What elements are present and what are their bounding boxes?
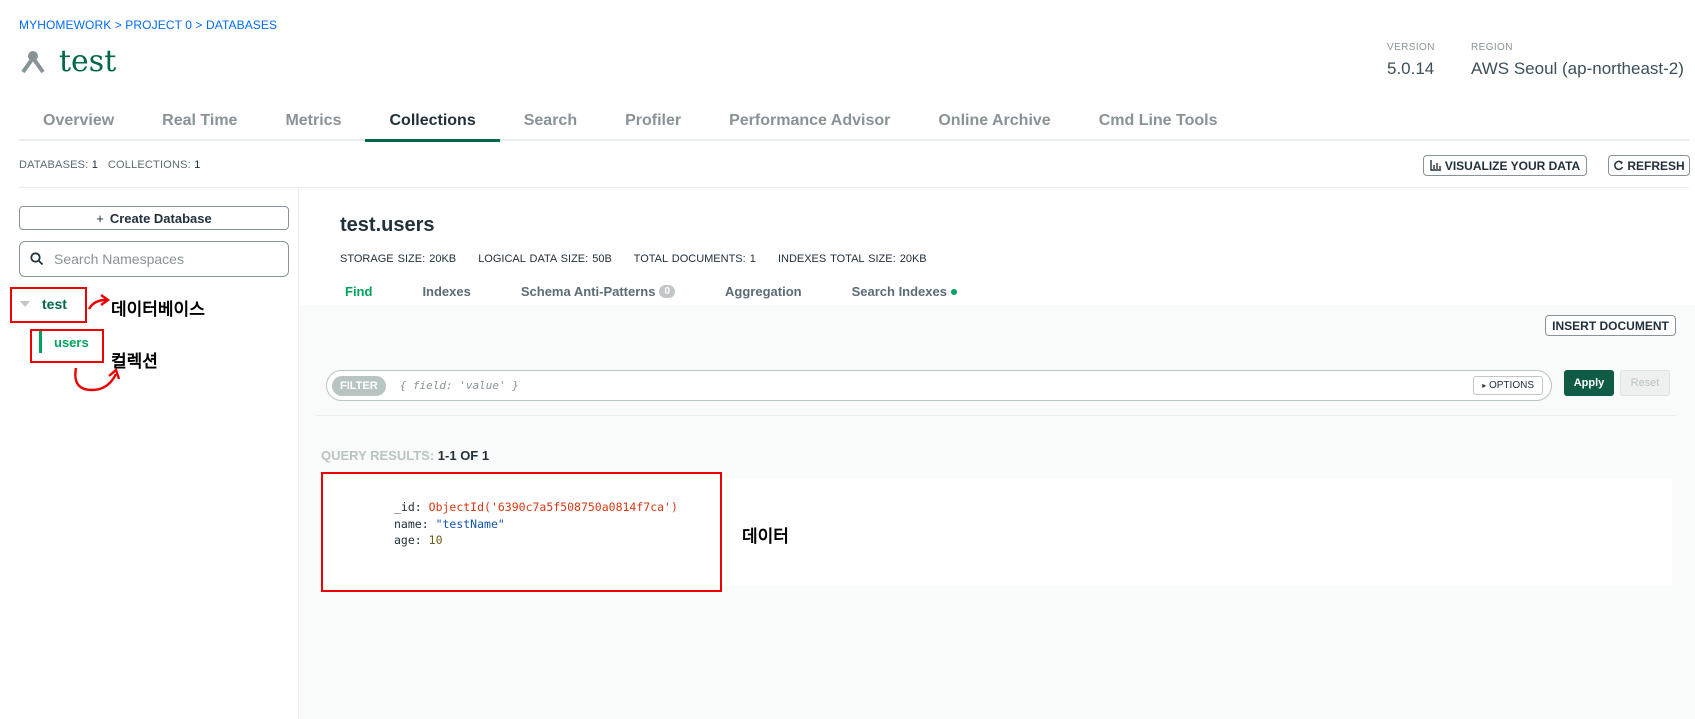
region-block: REGION AWS Seoul (ap-northeast-2) — [1471, 42, 1684, 79]
annotation-arrow-icon — [87, 294, 111, 310]
create-database-label: Create Database — [109, 210, 212, 226]
databases-count: 1 — [91, 159, 99, 171]
collection-subtabs: Find Indexes Schema Anti-Patterns 0 Aggr… — [345, 284, 1007, 299]
region-label: REGION — [1471, 42, 1513, 53]
collections-count: 1 — [194, 159, 201, 171]
breadcrumb[interactable]: MYHOMEWORK > PROJECT 0 > DATABASES — [19, 18, 277, 32]
cluster-tabs: Overview Real Time Metrics Collections S… — [19, 101, 1689, 142]
version-label: VERSION — [1387, 42, 1435, 53]
subtab-search-indexes[interactable]: Search Indexes — [852, 284, 957, 299]
options-button[interactable]: ▸ OPTIONS — [1473, 376, 1543, 395]
storage-size: STORAGE SIZE: 20KB — [340, 253, 457, 265]
filter-tag: FILTER — [332, 375, 386, 396]
subtab-schema-anti-patterns[interactable]: Schema Anti-Patterns 0 — [520, 284, 676, 299]
apply-button[interactable]: Apply — [1564, 370, 1614, 396]
filter-input[interactable]: { field: 'value' } — [400, 379, 1474, 392]
chart-icon — [1430, 160, 1441, 171]
search-icon — [30, 252, 44, 266]
tab-performance-advisor[interactable]: Performance Advisor — [705, 101, 914, 139]
query-results-count: 1-1 OF 1 — [437, 448, 490, 463]
region-value: AWS Seoul (ap-northeast-2) — [1471, 59, 1684, 78]
header-divider — [19, 187, 1689, 188]
search-namespaces-input[interactable] — [52, 250, 276, 268]
tab-online-archive[interactable]: Online Archive — [914, 101, 1074, 139]
annotation-box-collection — [30, 329, 104, 363]
indexes-total-size: INDEXES TOTAL SIZE: 20KB — [777, 253, 927, 265]
filter-bar: FILTER { field: 'value' } ▸ OPTIONS — [326, 370, 1552, 401]
namespace-search — [19, 241, 289, 277]
tab-collections[interactable]: Collections — [365, 101, 500, 142]
page-title: test — [59, 44, 117, 79]
schema-label: Schema Anti-Patterns — [520, 284, 656, 299]
refresh-icon — [1614, 160, 1624, 171]
options-label: OPTIONS — [1488, 380, 1534, 391]
annotation-label-data: 데이터 — [742, 527, 789, 546]
page-header: test — [19, 44, 116, 79]
query-results: QUERY RESULTS: 1-1 OF 1 — [321, 448, 489, 463]
visualize-data-button[interactable]: VISUALIZE YOUR DATA — [1423, 155, 1587, 176]
total-documents: TOTAL DOCUMENTS: 1 — [633, 253, 756, 265]
tab-search[interactable]: Search — [500, 101, 601, 139]
schema-count-badge: 0 — [659, 285, 676, 298]
tab-overview[interactable]: Overview — [19, 101, 138, 139]
visualize-label: VISUALIZE YOUR DATA — [1444, 158, 1581, 173]
version-value: 5.0.14 — [1387, 59, 1435, 78]
annotation-label-database: 데이터베이스 — [111, 300, 205, 319]
logical-data-size: LOGICAL DATA SIZE: 50B — [478, 253, 612, 265]
plus-icon: + — [96, 210, 104, 226]
collections-label: COLLECTIONS: — [107, 159, 191, 171]
databases-label: DATABASES: — [19, 159, 89, 171]
refresh-button[interactable]: REFRESH — [1608, 155, 1690, 176]
results-divider — [316, 415, 1676, 416]
tab-metrics[interactable]: Metrics — [261, 101, 365, 139]
query-results-label: QUERY RESULTS: — [321, 448, 435, 463]
version-block: VERSION 5.0.14 — [1387, 42, 1435, 79]
namespace-stats: DATABASES: 1 COLLECTIONS: 1 — [19, 159, 201, 171]
tab-cmd-line-tools[interactable]: Cmd Line Tools — [1075, 101, 1242, 139]
annotation-box-database — [10, 287, 87, 323]
subtab-aggregation[interactable]: Aggregation — [725, 284, 802, 299]
refresh-label: REFRESH — [1627, 158, 1685, 173]
insert-document-button[interactable]: INSERT DOCUMENT — [1545, 315, 1676, 336]
tab-profiler[interactable]: Profiler — [601, 101, 705, 139]
status-dot-icon — [950, 288, 957, 295]
create-database-button[interactable]: + Create Database — [19, 206, 289, 230]
subtab-indexes[interactable]: Indexes — [422, 284, 470, 299]
caret-right-icon: ▸ — [1482, 381, 1487, 390]
collection-stats: STORAGE SIZE: 20KB LOGICAL DATA SIZE: 50… — [340, 253, 945, 265]
collection-title: test.users — [340, 214, 435, 236]
search-indexes-label: Search Indexes — [851, 284, 947, 299]
annotation-label-collection: 컬렉션 — [111, 352, 158, 371]
subtab-find[interactable]: Find — [345, 284, 372, 299]
annotation-box-data — [321, 472, 722, 592]
cluster-icon — [21, 50, 45, 73]
tab-real-time[interactable]: Real Time — [138, 101, 261, 139]
reset-button[interactable]: Reset — [1620, 370, 1670, 396]
